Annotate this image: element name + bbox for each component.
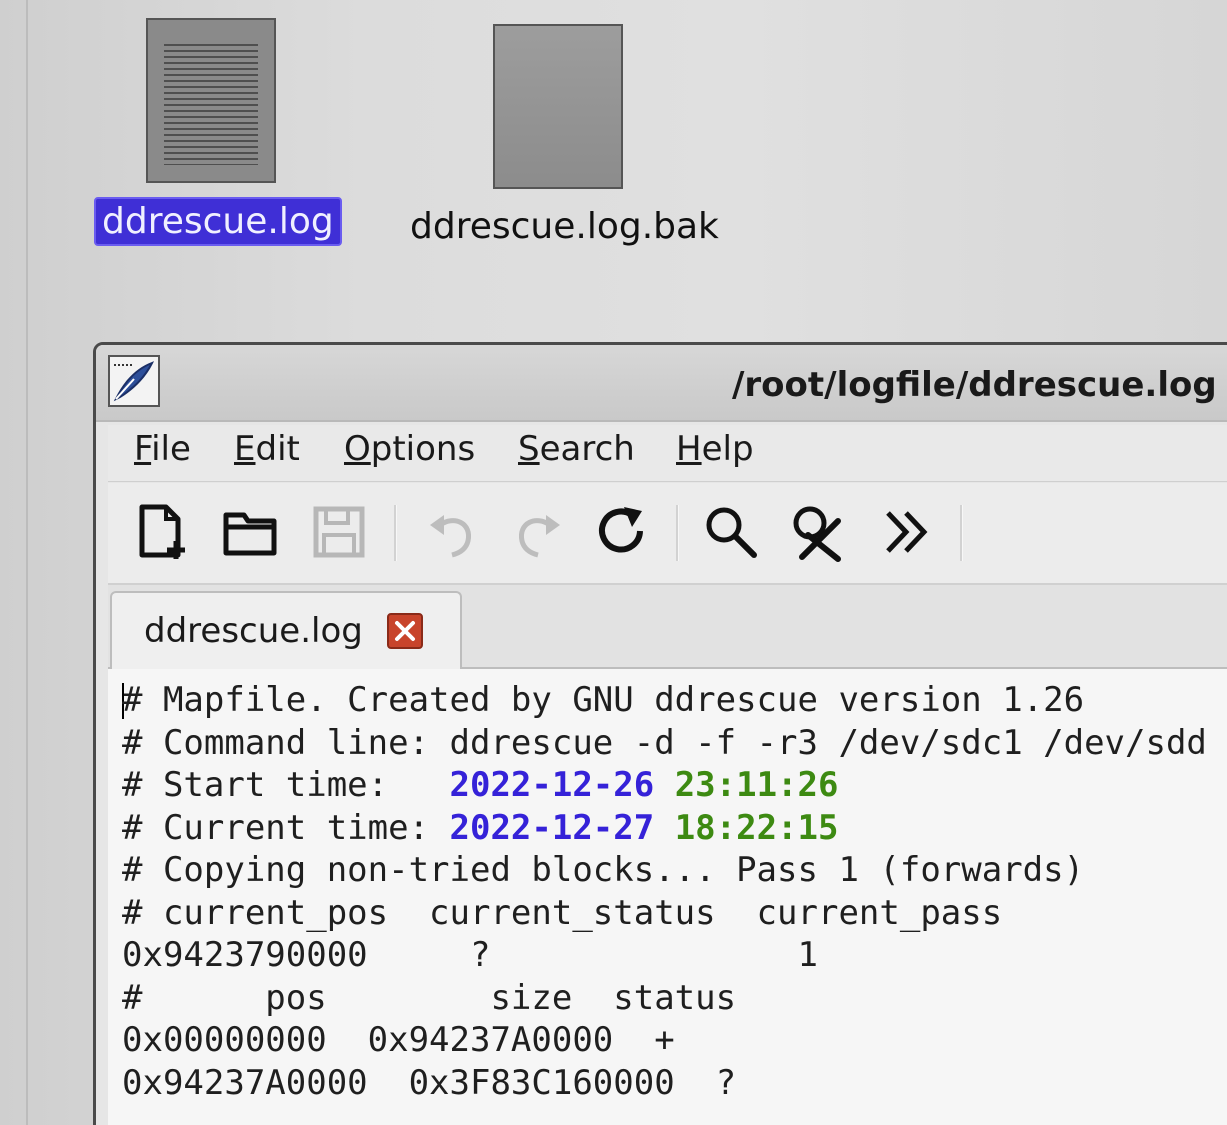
open-folder-icon[interactable] bbox=[220, 501, 282, 563]
line-9: 0x00000000 0x94237A0000 + bbox=[122, 1020, 675, 1060]
line-4: # Current time: 2022-12-27 18:22:15 bbox=[122, 808, 838, 848]
text-document-icon[interactable] bbox=[146, 18, 276, 183]
line-10: 0x94237A0000 0x3F83C160000 ? bbox=[122, 1062, 737, 1103]
find-replace-icon[interactable] bbox=[788, 501, 850, 563]
document-lines bbox=[164, 44, 258, 165]
redo-icon[interactable] bbox=[508, 501, 570, 563]
window-title: /root/logfile/ddrescue.log bbox=[732, 365, 1217, 405]
editor-content[interactable]: # Mapfile. Created by GNU ddrescue versi… bbox=[122, 679, 1207, 1104]
line-3-prefix: # Start time: bbox=[122, 765, 450, 805]
quill-pen-icon[interactable] bbox=[108, 355, 160, 407]
toolbar-separator bbox=[676, 505, 679, 561]
undo-icon[interactable] bbox=[420, 501, 482, 563]
menu-file-rest: ile bbox=[151, 429, 191, 469]
menu-search[interactable]: Search bbox=[518, 429, 635, 469]
current-date: 2022-12-27 bbox=[449, 807, 655, 848]
menu-edit-rest: dit bbox=[255, 429, 300, 469]
toolbar bbox=[108, 483, 1227, 585]
start-time: 23:11:26 bbox=[674, 765, 839, 805]
menu-options[interactable]: Options bbox=[344, 429, 475, 469]
start-date: 2022-12-26 bbox=[449, 765, 655, 805]
line-6: # current_pos current_status current_pas… bbox=[122, 892, 1003, 933]
line-2: # Command line: ddrescue -d -f -r3 /dev/… bbox=[122, 722, 1207, 763]
blank-document-icon[interactable] bbox=[493, 24, 623, 189]
menu-help[interactable]: Help bbox=[676, 429, 754, 469]
reload-icon[interactable] bbox=[592, 501, 654, 563]
title-bar[interactable]: /root/logfile/ddrescue.log bbox=[96, 345, 1227, 422]
line-5: # Copying non-tried blocks... Pass 1 (fo… bbox=[122, 850, 1085, 890]
menu-bar: File Edit Options Search Help bbox=[108, 425, 1227, 482]
tab-ddrescue-log[interactable]: ddrescue.log bbox=[110, 591, 462, 669]
menu-options-mnemonic: O bbox=[344, 429, 371, 469]
menu-help-rest: elp bbox=[701, 429, 754, 469]
tab-bar: ddrescue.log bbox=[108, 585, 1227, 669]
menu-file-mnemonic: F bbox=[134, 429, 152, 469]
menu-options-rest: ptions bbox=[370, 429, 476, 469]
menu-search-rest: earch bbox=[539, 429, 635, 469]
menu-edit-mnemonic: E bbox=[234, 429, 256, 469]
menu-help-mnemonic: H bbox=[676, 429, 702, 469]
line-4-prefix: # Current time: bbox=[122, 807, 450, 848]
toolbar-separator bbox=[394, 505, 397, 561]
file-label-ddrescue-log[interactable]: ddrescue.log bbox=[94, 197, 342, 246]
line-3: # Start time: 2022-12-26 23:11:26 bbox=[122, 765, 838, 805]
find-icon[interactable] bbox=[700, 501, 762, 563]
save-icon[interactable] bbox=[308, 501, 370, 563]
tab-label: ddrescue.log bbox=[144, 611, 363, 651]
toolbar-separator bbox=[960, 505, 963, 561]
new-file-icon[interactable] bbox=[132, 501, 194, 563]
menu-file[interactable]: File bbox=[134, 429, 191, 469]
editor-window: /root/logfile/ddrescue.log File Edit Opt… bbox=[93, 342, 1227, 1125]
menu-search-mnemonic: S bbox=[518, 429, 540, 469]
line-7: 0x9423790000 ? 1 bbox=[122, 935, 818, 975]
close-icon[interactable] bbox=[387, 613, 423, 649]
file-label-ddrescue-log-bak[interactable]: ddrescue.log.bak bbox=[410, 206, 719, 247]
line-1: # Mapfile. Created by GNU ddrescue versi… bbox=[122, 680, 1085, 720]
text-editor[interactable]: # Mapfile. Created by GNU ddrescue versi… bbox=[108, 669, 1227, 1125]
menu-edit[interactable]: Edit bbox=[234, 429, 300, 469]
desktop-edge bbox=[26, 0, 28, 1125]
current-time: 18:22:15 bbox=[674, 807, 839, 848]
line-8: # pos size status bbox=[122, 977, 737, 1018]
more-chevron-icon[interactable] bbox=[876, 501, 938, 563]
